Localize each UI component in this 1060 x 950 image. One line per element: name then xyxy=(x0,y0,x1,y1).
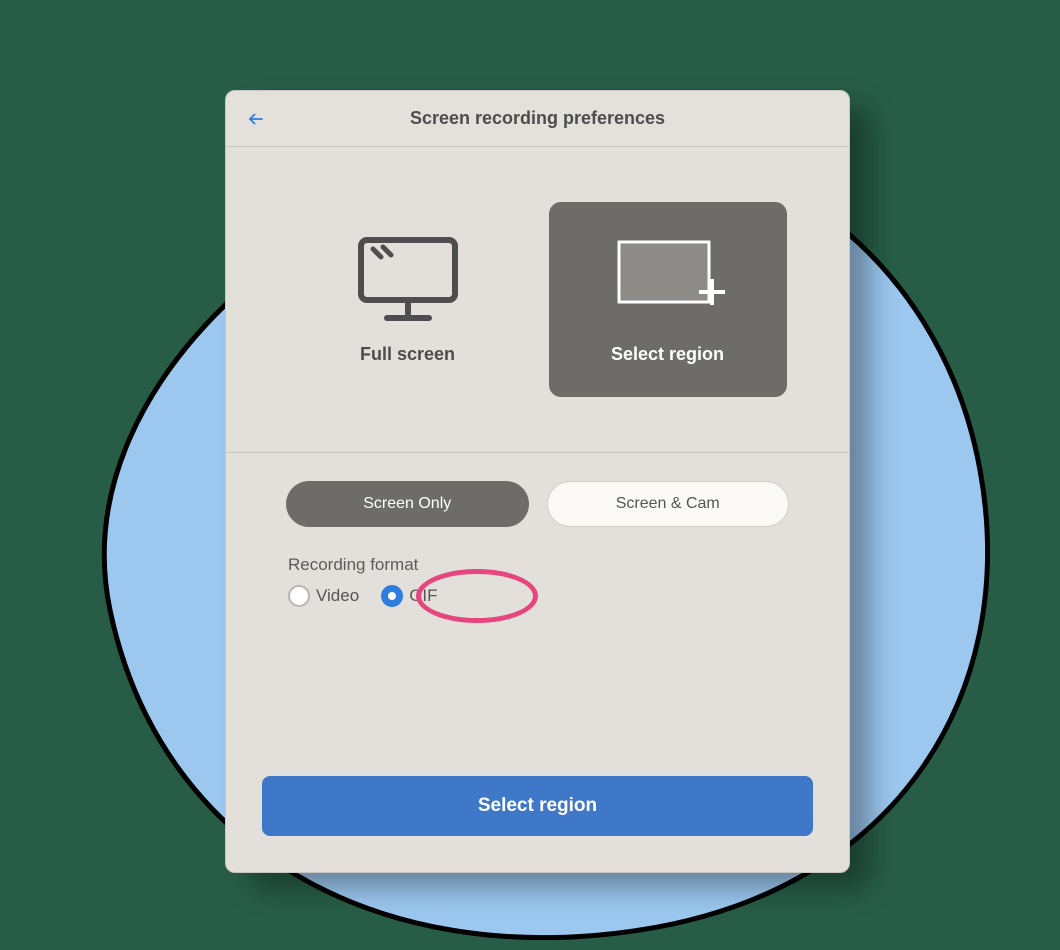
radio-label: Video xyxy=(316,586,359,606)
format-option-gif[interactable]: GIF xyxy=(381,585,437,607)
format-option-video[interactable]: Video xyxy=(288,585,359,607)
capture-mode-label: Select region xyxy=(611,344,724,365)
select-region-button[interactable]: Select region xyxy=(262,776,813,836)
arrow-left-icon xyxy=(247,110,265,128)
capture-mode-row: Full screen Select region xyxy=(226,147,849,453)
pill-label: Screen & Cam xyxy=(616,495,720,513)
region-select-icon xyxy=(609,234,727,324)
capture-mode-select-region[interactable]: Select region xyxy=(549,202,787,397)
recording-format-section: Recording format Video GIF xyxy=(226,527,849,607)
panel-header: Screen recording preferences xyxy=(226,91,849,147)
source-option-row: Screen Only Screen & Cam xyxy=(226,453,849,527)
recording-format-options: Video GIF xyxy=(288,585,789,607)
radio-icon xyxy=(288,585,310,607)
back-button[interactable] xyxy=(244,107,268,131)
monitor-icon xyxy=(353,234,463,324)
radio-icon xyxy=(381,585,403,607)
capture-mode-label: Full screen xyxy=(360,344,455,365)
source-option-screen-only[interactable]: Screen Only xyxy=(286,481,529,527)
primary-action-area: Select region xyxy=(226,776,849,872)
button-label: Select region xyxy=(478,795,597,816)
capture-mode-full-screen[interactable]: Full screen xyxy=(289,202,527,397)
preferences-panel: Screen recording preferences Full screen… xyxy=(225,90,850,873)
panel-title: Screen recording preferences xyxy=(410,108,665,129)
source-option-screen-and-cam[interactable]: Screen & Cam xyxy=(547,481,790,527)
recording-format-label: Recording format xyxy=(288,555,789,575)
pill-label: Screen Only xyxy=(363,495,451,513)
radio-label: GIF xyxy=(409,586,437,606)
